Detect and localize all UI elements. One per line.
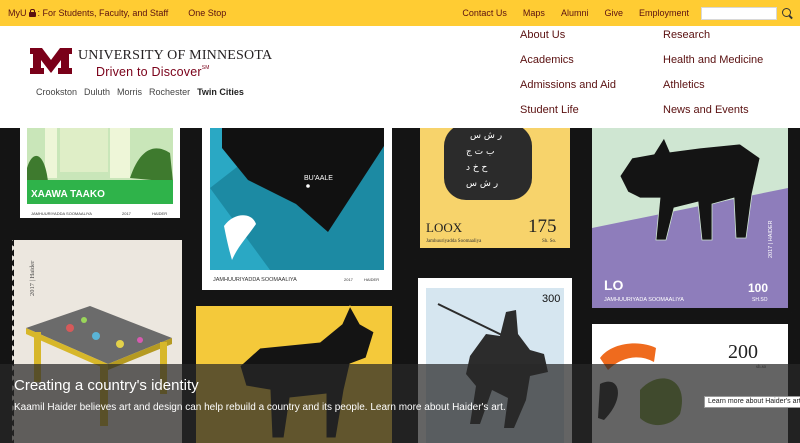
stamp8-value: 200: [728, 341, 758, 363]
campus-twin-cities[interactable]: Twin Cities: [197, 87, 244, 97]
stamp4-side: 2017 | HAIDER: [768, 220, 774, 258]
stamp4-title: LO: [604, 277, 624, 293]
campus-crookston[interactable]: Crookston: [36, 87, 77, 97]
tagline: Driven to DiscoverSM: [96, 65, 210, 79]
campus-links: Crookston Duluth Morris Rochester Twin C…: [36, 87, 244, 97]
caption-text: Kaamil Haider believes art and design ca…: [14, 402, 368, 413]
stamp-xaawa-taako: XAAWA TAAKO JAMHUURIYADDA SOOMAALIYA 201…: [20, 128, 180, 218]
lock-icon: [28, 9, 36, 17]
nav-research[interactable]: Research: [663, 29, 710, 41]
stamp3-arabic-1: ر ش س: [470, 131, 502, 141]
nav-academics[interactable]: Academics: [520, 54, 574, 66]
stamp1-footer-right: HAIDER: [152, 211, 167, 216]
utility-bar: MyU : For Students, Faculty, and Staff O…: [0, 0, 800, 26]
stamp2-place: BU'AALE: [304, 175, 333, 182]
stamp5-side: 2017 | Haider: [29, 260, 36, 296]
stamp4-footer-right: SH.SO: [752, 297, 768, 303]
block-m-logo[interactable]: [30, 48, 72, 74]
stamp4-footer-left: JAMHUURIYADA SOOMAALIYA: [604, 297, 684, 303]
site-header: UNIVERSITY OF MINNESOTA Driven to Discov…: [0, 26, 800, 128]
myu-suffix: : For Students, Faculty, and Staff: [37, 8, 169, 18]
nav-about-us[interactable]: About Us: [520, 29, 565, 41]
search-input[interactable]: [701, 6, 777, 20]
nav-health-medicine[interactable]: Health and Medicine: [663, 54, 763, 66]
stamp1-footer-mid: 2017: [122, 211, 132, 216]
university-name[interactable]: UNIVERSITY OF MINNESOTA: [78, 48, 272, 64]
campus-rochester[interactable]: Rochester: [149, 87, 190, 97]
give-link[interactable]: Give: [604, 8, 623, 18]
stamp3-arabic-3: ح خ د: [466, 163, 488, 173]
nav-athletics[interactable]: Athletics: [663, 79, 705, 91]
service-mark: SM: [201, 65, 210, 71]
stamp7-value: 300: [542, 293, 560, 305]
caption-body: Kaamil Haider believes art and design ca…: [14, 402, 506, 413]
nav-news-events[interactable]: News and Events: [663, 104, 749, 116]
myu-label: MyU: [8, 8, 27, 18]
stamp1-footer-left: JAMHUURIYADDA SOOMAALIYA: [31, 211, 92, 216]
hero-banner[interactable]: XAAWA TAAKO JAMHUURIYADDA SOOMAALIYA 201…: [0, 128, 800, 443]
maps-link[interactable]: Maps: [523, 8, 545, 18]
contact-us-link[interactable]: Contact Us: [462, 8, 507, 18]
stamp-loox: ر ش س ب ت ج ح خ د ر ش س LOOX 175 Jamhuur…: [420, 128, 570, 248]
stamp2-footer-left: JAMHUURIYADDA SOOMAALIYA: [213, 277, 297, 283]
campus-morris[interactable]: Morris: [117, 87, 142, 97]
myu-link[interactable]: MyU : For Students, Faculty, and Staff: [8, 8, 168, 18]
stamp-lo-cow: LO 100 JAMHUURIYADA SOOMAALIYA SH.SO 201…: [592, 128, 788, 308]
stamp1-title: XAAWA TAAKO: [31, 189, 105, 200]
hero-caption: Creating a country's identity Kaamil Hai…: [0, 364, 800, 443]
stamp2-footer-right: HAIDER: [364, 277, 379, 282]
search-icon[interactable]: [781, 7, 794, 20]
search-box: [701, 6, 794, 20]
alumni-link[interactable]: Alumni: [561, 8, 589, 18]
stamp-somalia-map: BU'AALE JAMHUURIYADDA SOOMAALIYA 2017 HA…: [202, 128, 392, 290]
stamp3-arabic-2: ب ت ج: [466, 147, 494, 157]
campus-duluth[interactable]: Duluth: [84, 87, 110, 97]
nav-admissions[interactable]: Admissions and Aid: [520, 79, 616, 91]
nav-student-life[interactable]: Student Life: [520, 104, 579, 116]
employment-link[interactable]: Employment: [639, 8, 689, 18]
stamp3-title: LOOX: [426, 220, 463, 235]
main-nav: About Us Academics Admissions and Aid St…: [520, 26, 800, 128]
tagline-text: Driven to Discover: [96, 65, 202, 79]
stamp3-footer-right: Sh. So.: [542, 239, 556, 244]
stamp3-value: 175: [528, 216, 557, 237]
caption-title: Creating a country's identity: [14, 377, 199, 394]
stamp3-arabic-4: ر ش س: [466, 179, 498, 189]
link-tooltip: Learn more about Haider's art.: [704, 396, 800, 408]
stamp2-footer-mid: 2017: [344, 277, 354, 282]
stamp4-value: 100: [748, 281, 768, 295]
stamp3-footer-left: Jamhuuriyadda Soomaaliya: [426, 239, 482, 244]
one-stop-link[interactable]: One Stop: [188, 8, 226, 18]
learn-more-link[interactable]: Learn more about Haider's art.: [370, 402, 505, 413]
